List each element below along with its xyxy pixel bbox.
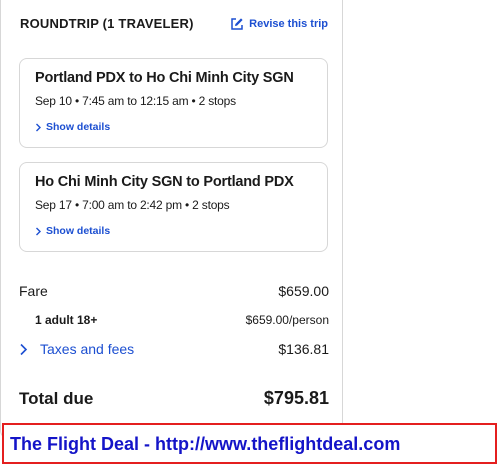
show-details-label: Show details [46,225,111,237]
revise-trip-link[interactable]: Revise this trip [230,17,328,31]
chevron-right-icon [20,343,28,355]
banner-text: The Flight Deal - http://www.theflightde… [10,434,401,454]
adult-label: 1 adult 18+ [35,313,98,327]
show-details-label: Show details [46,121,111,133]
total-row: Total due $795.81 [19,388,329,409]
flight-times: Sep 17 • 7:00 am to 2:42 pm • 2 stops [35,198,230,212]
watermark-banner: The Flight Deal - http://www.theflightde… [2,423,497,464]
flight-card-return: Ho Chi Minh City SGN to Portland PDX Sep… [19,162,328,252]
chevron-right-icon [36,123,41,131]
adult-value: $659.00/person [245,313,329,327]
trip-summary-panel: ROUNDTRIP (1 TRAVELER) Revise this trip … [0,0,343,440]
revise-trip-label: Revise this trip [249,17,328,30]
taxes-label: Taxes and fees [40,341,135,357]
show-details-link[interactable]: Show details [35,121,110,133]
trip-title: ROUNDTRIP (1 TRAVELER) [20,16,194,31]
flight-route: Ho Chi Minh City SGN to Portland PDX [35,174,294,190]
total-value: $795.81 [263,388,329,408]
show-details-link[interactable]: Show details [35,225,110,237]
flight-route: Portland PDX to Ho Chi Minh City SGN [35,70,294,86]
fare-row: Fare $659.00 [19,283,329,299]
fare-label: Fare [19,283,48,299]
taxes-toggle[interactable]: Taxes and fees [19,341,134,357]
adult-price-row: 1 adult 18+ $659.00/person [19,313,329,327]
chevron-right-icon [36,227,41,235]
edit-icon [231,17,243,30]
trip-header: ROUNDTRIP (1 TRAVELER) Revise this trip [20,16,328,31]
taxes-value: $136.81 [278,341,329,357]
fare-value: $659.00 [278,283,329,299]
flight-times: Sep 10 • 7:45 am to 12:15 am • 2 stops [35,94,236,108]
total-label: Total due [19,388,94,408]
taxes-row: Taxes and fees $136.81 [19,341,329,357]
flight-card-outbound: Portland PDX to Ho Chi Minh City SGN Sep… [19,58,328,148]
